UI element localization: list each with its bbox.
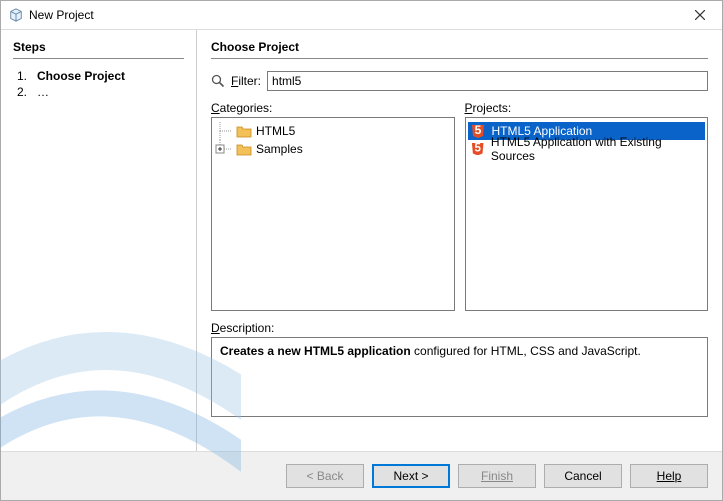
app-cube-icon xyxy=(9,8,23,22)
categories-column: Categories: HTML5 xyxy=(211,101,455,311)
project-item-html5-existing[interactable]: 5 HTML5 Application with Existing Source… xyxy=(468,140,706,158)
help-button[interactable]: Help xyxy=(630,464,708,488)
category-label: Samples xyxy=(256,142,303,156)
filter-row: Filter: xyxy=(211,71,708,91)
next-button[interactable]: Next > xyxy=(372,464,450,488)
steps-underline xyxy=(13,58,184,59)
finish-button: Finish xyxy=(458,464,536,488)
steps-heading: Steps xyxy=(13,40,184,54)
html5-icon: 5 xyxy=(470,124,486,138)
description-label: Description: xyxy=(211,321,708,335)
button-bar: < Back Next > Finish Cancel Help xyxy=(1,451,722,500)
tree-expand-icon[interactable] xyxy=(214,140,236,158)
html5-icon: 5 xyxy=(470,142,485,156)
step-label: … xyxy=(37,85,49,99)
filter-label: Filter: xyxy=(231,74,261,88)
svg-text:5: 5 xyxy=(474,124,481,137)
project-label: HTML5 Application with Existing Sources xyxy=(489,135,703,163)
step-number: 2. xyxy=(13,85,27,99)
folder-icon xyxy=(236,124,252,138)
step-number: 1. xyxy=(13,69,27,83)
description-box: Creates a new HTML5 application configur… xyxy=(211,337,708,417)
window-title: New Project xyxy=(29,8,678,22)
cancel-button[interactable]: Cancel xyxy=(544,464,622,488)
projects-label: Projects: xyxy=(465,101,709,115)
category-label: HTML5 xyxy=(256,124,295,138)
close-icon xyxy=(695,10,705,20)
projects-column: Projects: 5 HTML5 Application 5 HTML5 Ap… xyxy=(465,101,709,311)
content-underline xyxy=(211,58,708,59)
back-button: < Back xyxy=(286,464,364,488)
search-icon xyxy=(211,74,225,88)
filter-input[interactable] xyxy=(267,71,708,91)
main: Steps 1. Choose Project 2. … Choose Proj… xyxy=(1,29,722,451)
steps-panel: Steps 1. Choose Project 2. … xyxy=(1,30,196,451)
titlebar: New Project xyxy=(1,1,722,29)
svg-text:5: 5 xyxy=(474,143,481,155)
step-item: 1. Choose Project xyxy=(13,69,184,83)
projects-list[interactable]: 5 HTML5 Application 5 HTML5 Application … xyxy=(465,117,709,311)
description-rest: configured for HTML, CSS and JavaScript. xyxy=(411,344,641,358)
category-item-html5[interactable]: HTML5 xyxy=(214,122,452,140)
close-button[interactable] xyxy=(678,1,722,29)
step-item: 2. … xyxy=(13,85,184,99)
step-label: Choose Project xyxy=(37,69,125,83)
content-panel: Choose Project Filter: Categories: xyxy=(197,30,722,451)
category-item-samples[interactable]: Samples xyxy=(214,140,452,158)
description-bold: Creates a new HTML5 application xyxy=(220,344,411,358)
categories-tree[interactable]: HTML5 Samples xyxy=(211,117,455,311)
steps-list: 1. Choose Project 2. … xyxy=(13,69,184,99)
lists-row: Categories: HTML5 xyxy=(211,101,708,311)
folder-icon xyxy=(236,142,252,156)
categories-label: Categories: xyxy=(211,101,455,115)
content-heading: Choose Project xyxy=(211,40,708,54)
tree-connector xyxy=(214,122,236,140)
